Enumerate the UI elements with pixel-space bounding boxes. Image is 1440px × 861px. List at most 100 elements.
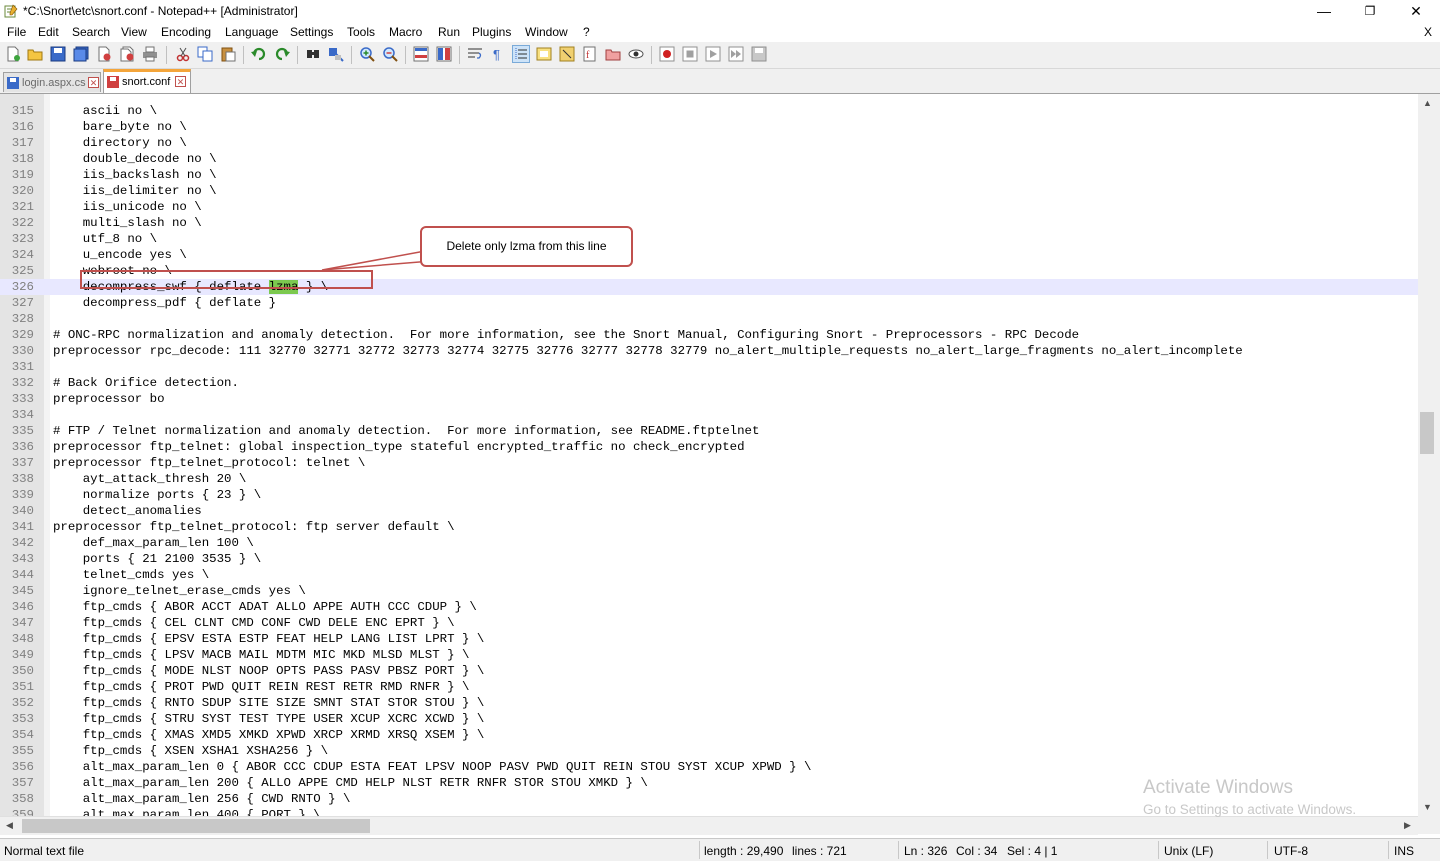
zoom-in-icon[interactable] [359, 46, 375, 62]
code-line[interactable]: 338 ayt_attack_thresh 20 \ [0, 471, 1418, 487]
menu-search[interactable]: Search [72, 25, 110, 39]
user-language-icon[interactable] [536, 46, 552, 62]
code-line[interactable]: 350 ftp_cmds { MODE NLST NOOP OPTS PASS … [0, 663, 1418, 679]
monitoring-icon[interactable] [628, 46, 644, 62]
close-all-icon[interactable] [119, 46, 135, 62]
vertical-scrollbar[interactable]: ▲ ▼ [1418, 94, 1440, 816]
find-icon[interactable] [305, 46, 321, 62]
code-line[interactable]: 333 preprocessor bo [0, 391, 1418, 407]
code-line[interactable]: 332 # Back Orifice detection. [0, 375, 1418, 391]
code-line[interactable]: 321 iis_unicode no \ [0, 199, 1418, 215]
code-line[interactable]: 354 ftp_cmds { XMAS XMD5 XMKD XPWD XRCP … [0, 727, 1418, 743]
menu-encoding[interactable]: Encoding [161, 25, 211, 39]
close-file-icon[interactable] [96, 46, 112, 62]
code-line[interactable]: 341 preprocessor ftp_telnet_protocol: ftp… [0, 519, 1418, 535]
close-document-button[interactable]: X [1424, 25, 1432, 39]
save-all-icon[interactable] [73, 46, 89, 62]
horizontal-scroll-thumb[interactable] [22, 819, 370, 833]
undo-icon[interactable] [251, 46, 267, 62]
paste-icon[interactable] [220, 46, 236, 62]
zoom-out-icon[interactable] [382, 46, 398, 62]
tab-close-icon[interactable]: ✕ [175, 76, 186, 87]
code-line[interactable]: 320 iis_delimiter no \ [0, 183, 1418, 199]
code-line[interactable]: 349 ftp_cmds { LPSV MACB MAIL MDTM MIC M… [0, 647, 1418, 663]
code-line[interactable]: 334 [0, 407, 1418, 423]
save-macro-icon[interactable] [751, 46, 767, 62]
code-line[interactable]: 318 double_decode no \ [0, 151, 1418, 167]
maximize-button[interactable]: ❐ [1347, 0, 1393, 22]
minimize-button[interactable]: — [1301, 0, 1347, 22]
code-line[interactable]: 324 u_encode yes \ [0, 247, 1418, 263]
code-line[interactable]: 347 ftp_cmds { CEL CLNT CMD CONF CWD DEL… [0, 615, 1418, 631]
code-line[interactable]: 346 ftp_cmds { ABOR ACCT ADAT ALLO APPE … [0, 599, 1418, 615]
cut-icon[interactable] [175, 46, 191, 62]
code-line[interactable]: 337 preprocessor ftp_telnet_protocol: tel… [0, 455, 1418, 471]
code-line[interactable]: 353 ftp_cmds { STRU SYST TEST TYPE USER … [0, 711, 1418, 727]
code-line[interactable]: 342 def_max_param_len 100 \ [0, 535, 1418, 551]
copy-icon[interactable] [197, 46, 213, 62]
status-eol-format[interactable]: Unix (LF) [1164, 844, 1213, 858]
code-line[interactable]: 322 multi_slash no \ [0, 215, 1418, 231]
code-line[interactable]: 355 ftp_cmds { XSEN XSHA1 XSHA256 } \ [0, 743, 1418, 759]
editor-area[interactable]: 315 ascii no \ 316 bare_byte no \ 317 dire… [0, 94, 1440, 822]
tab-close-icon[interactable]: ✕ [88, 77, 99, 88]
code-line[interactable]: 315 ascii no \ [0, 103, 1418, 119]
scroll-left-icon[interactable]: ◀ [6, 820, 13, 831]
code-line[interactable]: 316 bare_byte no \ [0, 119, 1418, 135]
redo-icon[interactable] [274, 46, 290, 62]
function-list-icon[interactable]: f [582, 46, 598, 62]
save-icon[interactable] [50, 46, 66, 62]
doc-map-icon[interactable] [559, 46, 575, 62]
code-line[interactable]: 327 decompress_pdf { deflate } [0, 295, 1418, 311]
run-macro-multiple-icon[interactable] [728, 46, 744, 62]
code-line[interactable]: 344 telnet_cmds yes \ [0, 567, 1418, 583]
code-line[interactable]: 339 normalize ports { 23 } \ [0, 487, 1418, 503]
code-line[interactable]: 352 ftp_cmds { RNTO SDUP SITE SIZE SMNT … [0, 695, 1418, 711]
code-line[interactable]: 340 detect_anomalies [0, 503, 1418, 519]
status-encoding[interactable]: UTF-8 [1274, 844, 1308, 858]
code-line[interactable]: 330 preprocessor rpc_decode: 111 32770 32… [0, 343, 1418, 359]
code-line[interactable]: 331 [0, 359, 1418, 375]
scroll-right-icon[interactable]: ▶ [1404, 820, 1411, 831]
close-window-button[interactable]: ✕ [1393, 0, 1439, 22]
code-line[interactable]: 348 ftp_cmds { EPSV ESTA ESTP FEAT HELP … [0, 631, 1418, 647]
code-line[interactable]: 328 [0, 311, 1418, 327]
menu-view[interactable]: View [121, 25, 147, 39]
code-line[interactable]: 336 preprocessor ftp_telnet: global inspe… [0, 439, 1418, 455]
tab-login-aspx-cs[interactable]: login.aspx.cs ✕ [3, 72, 101, 92]
code-line[interactable]: 356 alt_max_param_len 0 { ABOR CCC CDUP … [0, 759, 1418, 775]
folder-workspace-icon[interactable] [605, 46, 621, 62]
code-line[interactable]: 345 ignore_telnet_erase_cmds yes \ [0, 583, 1418, 599]
code-line[interactable]: 343 ports { 21 2100 3535 } \ [0, 551, 1418, 567]
indent-guide-icon[interactable] [512, 45, 530, 63]
print-icon[interactable] [142, 46, 158, 62]
menu-macro[interactable]: Macro [389, 25, 422, 39]
code-line[interactable]: 317 directory no \ [0, 135, 1418, 151]
code-line[interactable]: 335 # FTP / Telnet normalization and anom… [0, 423, 1418, 439]
replace-icon[interactable] [328, 46, 344, 62]
word-wrap-icon[interactable] [467, 46, 483, 62]
scroll-down-icon[interactable]: ▼ [1423, 802, 1432, 812]
menu-edit[interactable]: Edit [38, 25, 59, 39]
menu-language[interactable]: Language [225, 25, 278, 39]
horizontal-scrollbar[interactable]: ◀ ▶ [0, 816, 1418, 835]
menu-help[interactable]: ? [583, 25, 590, 39]
code-line[interactable]: 351 ftp_cmds { PROT PWD QUIT REIN REST R… [0, 679, 1418, 695]
menu-plugins[interactable]: Plugins [472, 25, 511, 39]
play-macro-icon[interactable] [705, 46, 721, 62]
code-line[interactable]: 319 iis_backslash no \ [0, 167, 1418, 183]
code-line[interactable]: 329 # ONC-RPC normalization and anomaly d… [0, 327, 1418, 343]
menu-settings[interactable]: Settings [290, 25, 333, 39]
sync-vertical-icon[interactable] [413, 46, 429, 62]
new-file-icon[interactable] [5, 46, 21, 62]
scroll-up-icon[interactable]: ▲ [1423, 98, 1432, 108]
sync-horizontal-icon[interactable] [436, 46, 452, 62]
vertical-scroll-thumb[interactable] [1420, 412, 1434, 454]
show-all-characters-icon[interactable]: ¶ [490, 46, 506, 62]
stop-macro-icon[interactable] [682, 46, 698, 62]
record-macro-icon[interactable] [659, 46, 675, 62]
open-file-icon[interactable] [27, 46, 43, 62]
tab-snort-conf[interactable]: snort.conf ✕ [103, 69, 191, 93]
code-line[interactable]: 323 utf_8 no \ [0, 231, 1418, 247]
menu-tools[interactable]: Tools [347, 25, 375, 39]
